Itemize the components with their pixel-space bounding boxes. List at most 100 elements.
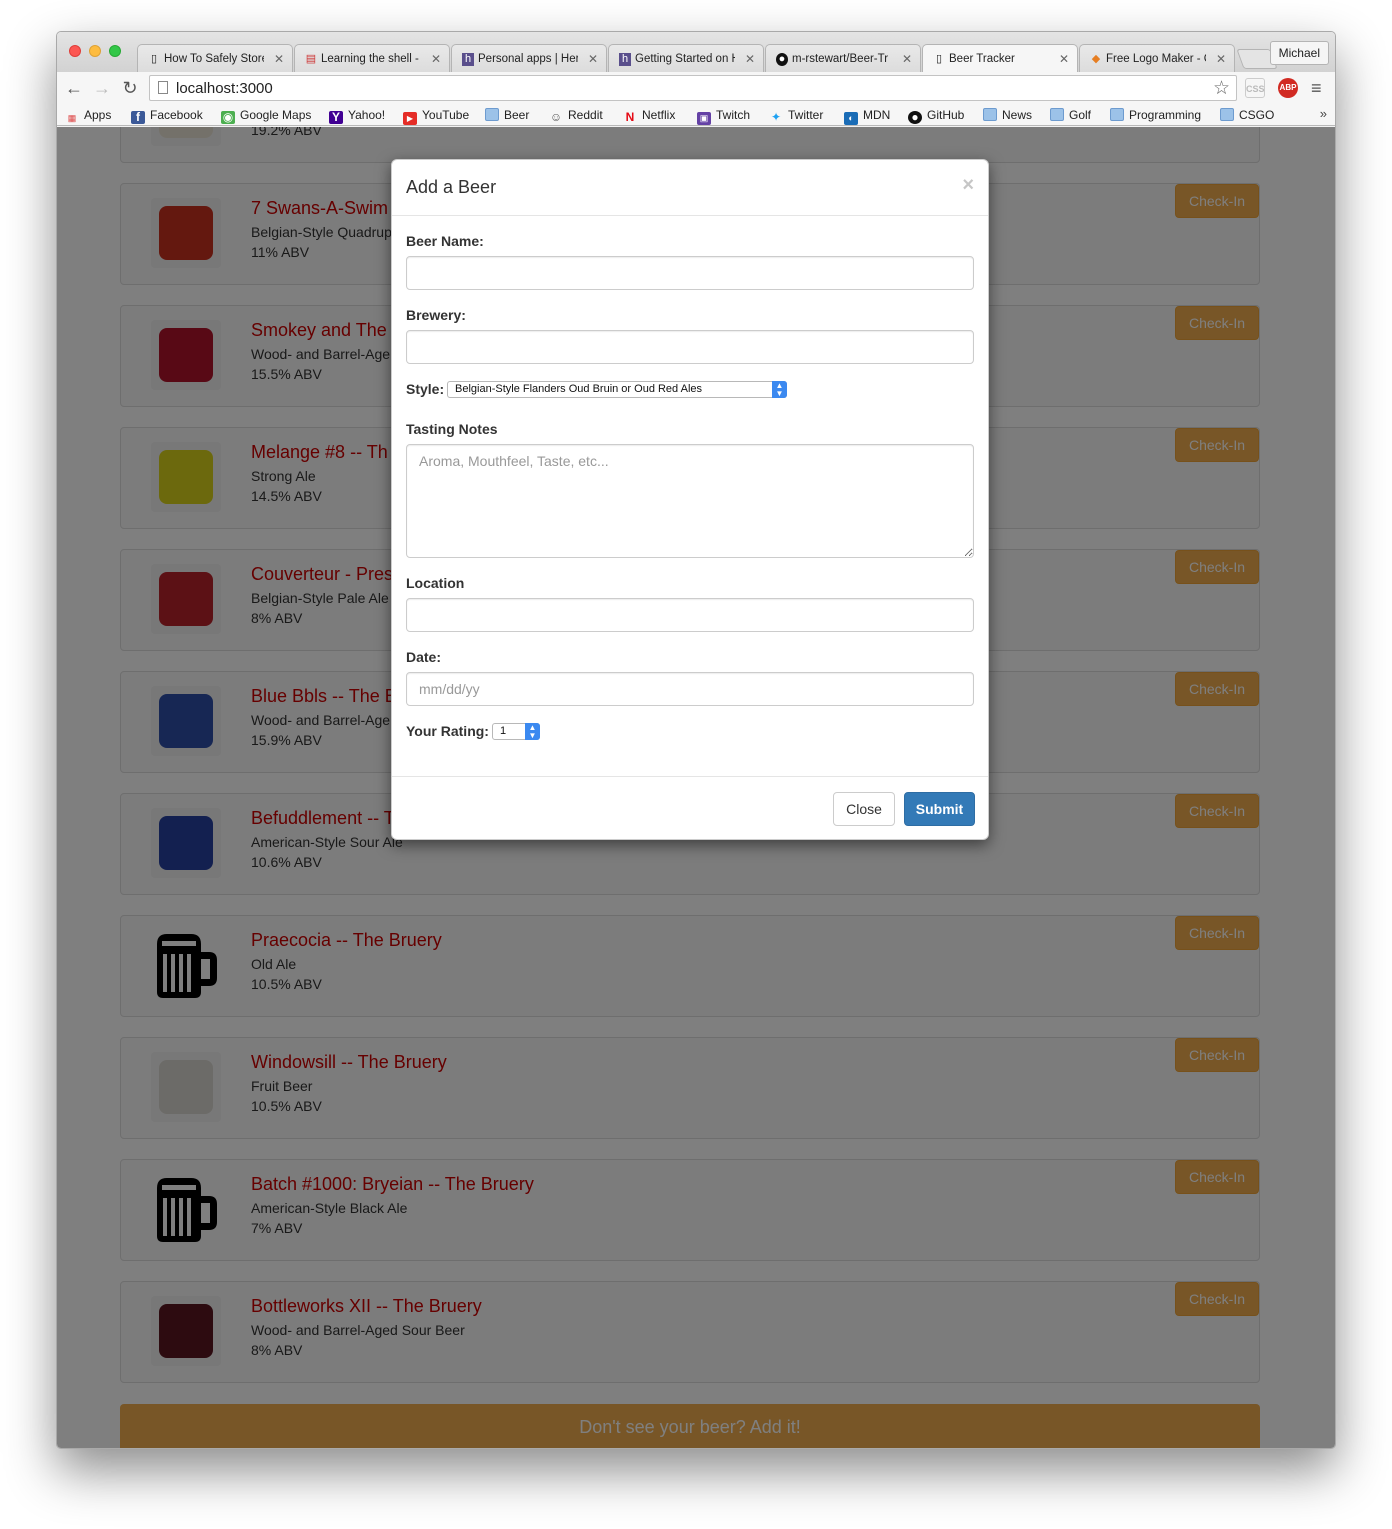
tab-label: Getting Started on H — [635, 53, 735, 65]
bookmark-label: YouTube — [422, 108, 470, 122]
tab-label: Beer Tracker — [949, 53, 1015, 65]
bookmark-facebook[interactable]: f Facebook — [131, 107, 203, 124]
rating-label: Your Rating: — [406, 723, 489, 739]
bookmark-label: GitHub — [927, 108, 965, 122]
tab-getting-started[interactable]: h Getting Started on H ✕ — [608, 44, 764, 72]
tab-close-icon[interactable]: ✕ — [274, 52, 284, 66]
tab-personal-apps[interactable]: h Personal apps | Her ✕ — [451, 44, 607, 72]
select-arrows-icon: ▲ ▼ — [772, 381, 787, 398]
bookmark-label: CSGO — [1239, 108, 1275, 122]
bookmark-github[interactable]: ● GitHub — [908, 107, 965, 124]
bookmark-twitch[interactable]: ▣ Twitch — [697, 107, 750, 125]
folder-icon — [485, 108, 499, 121]
yahoo-icon: Y — [329, 111, 343, 124]
bookmark-csgo-folder[interactable]: CSGO — [1220, 107, 1274, 123]
bookmark-news-folder[interactable]: News — [983, 107, 1032, 123]
profile-button[interactable]: Michael — [1269, 41, 1329, 65]
bookmark-beer-folder[interactable]: Beer — [485, 107, 529, 123]
select-arrows-icon: ▲ ▼ — [525, 723, 540, 740]
style-select[interactable]: Belgian-Style Flanders Oud Bruin or Oud … — [447, 381, 787, 398]
netflix-icon: N — [625, 110, 635, 124]
brewery-label: Brewery: — [406, 307, 466, 323]
forward-arrow-icon[interactable]: → — [91, 77, 113, 99]
tab-close-icon[interactable]: ✕ — [431, 52, 441, 66]
bookmark-reddit[interactable]: ☺ Reddit — [549, 107, 603, 124]
bookmark-twitter[interactable]: ✦ Twitter — [769, 107, 823, 124]
tab-learning-the-shell[interactable]: ▤ Learning the shell - ✕ — [294, 44, 450, 72]
bookmark-golf-folder[interactable]: Golf — [1050, 107, 1091, 123]
reload-icon[interactable]: ↻ — [119, 77, 141, 99]
close-button[interactable]: Close — [833, 792, 895, 826]
tab-close-icon[interactable]: ✕ — [1059, 52, 1069, 66]
date-label: Date: — [406, 649, 442, 665]
github-icon: ● — [908, 111, 922, 124]
tab-close-icon[interactable]: ✕ — [902, 52, 912, 66]
twitch-icon: ▣ — [697, 112, 711, 125]
tasting-notes-textarea[interactable] — [406, 444, 974, 558]
bookmark-netflix[interactable]: N Netflix — [623, 107, 676, 124]
rating-select[interactable]: 1 ▲ ▼ — [492, 723, 540, 740]
tab-close-icon[interactable]: ✕ — [745, 52, 755, 66]
logo-icon: ◆ — [1091, 53, 1101, 65]
hamburger-menu-icon[interactable]: ≡ — [1311, 78, 1322, 98]
modal-header: Add a Beer × — [392, 160, 988, 216]
bookmark-label: Google Maps — [240, 108, 312, 122]
style-label: Style: — [406, 381, 445, 397]
window-minimize-button[interactable] — [89, 45, 101, 57]
tab-beer-tracker[interactable]: ▯ Beer Tracker ✕ — [922, 44, 1078, 72]
maps-icon: ◉ — [221, 110, 235, 124]
mdn-icon: ◐ — [844, 112, 858, 125]
url-text: localhost:3000 — [176, 80, 273, 97]
browser-toolbar: ← → ↻ localhost:3000 ☆ CSS ABP ≡ — [57, 72, 1335, 104]
bookmark-label: Netflix — [642, 108, 676, 122]
back-arrow-icon[interactable]: ← — [63, 77, 85, 99]
address-bar[interactable]: localhost:3000 ☆ — [149, 75, 1237, 101]
tab-label: Personal apps | Her — [478, 53, 578, 65]
apps-grid-icon: ▦ — [67, 113, 77, 123]
close-icon[interactable]: × — [962, 174, 974, 197]
tab-how-to-safely-store[interactable]: ▯ How To Safely Store ✕ — [137, 44, 293, 72]
page-icon: ▯ — [150, 53, 158, 65]
tasting-notes-label: Tasting Notes — [406, 421, 498, 437]
facebook-icon: f — [131, 111, 145, 124]
bookmark-youtube[interactable]: ▶ YouTube — [403, 107, 470, 125]
tab-close-icon[interactable]: ✕ — [1216, 52, 1226, 66]
browser-window: ▯ How To Safely Store ✕ ▤ Learning the s… — [56, 31, 1336, 1449]
tab-free-logo-maker[interactable]: ◆ Free Logo Maker - C ✕ — [1079, 44, 1235, 72]
bookmark-label: Reddit — [568, 108, 603, 122]
tab-label: Learning the shell - — [321, 53, 419, 65]
window-zoom-button[interactable] — [109, 45, 121, 57]
page-icon — [158, 81, 168, 94]
bookmark-apps[interactable]: ▦ Apps — [65, 107, 112, 123]
bookmark-yahoo[interactable]: Y Yahoo! — [329, 107, 385, 124]
tab-strip: ▯ How To Safely Store ✕ ▤ Learning the s… — [57, 32, 1335, 72]
page-content: 19.2% ABVCheck-In7 Swans-A-SwimBelgian-S… — [57, 127, 1335, 1448]
submit-button[interactable]: Submit — [904, 792, 975, 826]
twitter-icon: ✦ — [770, 110, 782, 124]
folder-icon — [983, 108, 997, 121]
modal-footer: Close Submit — [392, 776, 988, 841]
bookmarks-bar: ▦ Apps f Facebook ◉ Google Maps Y Yahoo! ▶ Yo… — [57, 104, 1335, 126]
bookmark-star-icon[interactable]: ☆ — [1213, 77, 1230, 100]
folder-icon — [1220, 108, 1234, 121]
window-close-button[interactable] — [69, 45, 81, 57]
brewery-input[interactable] — [406, 330, 974, 364]
beer-name-input[interactable] — [406, 256, 974, 290]
bookmark-google-maps[interactable]: ◉ Google Maps — [221, 107, 312, 124]
location-input[interactable] — [406, 598, 974, 632]
bookmark-programming-folder[interactable]: Programming — [1110, 107, 1201, 123]
tab-close-icon[interactable]: ✕ — [588, 52, 598, 66]
bookmarks-overflow-icon[interactable]: » — [1320, 106, 1327, 121]
date-input[interactable] — [406, 672, 974, 706]
tab-github-repo[interactable]: ● m-rstewart/Beer-Tr ✕ — [765, 44, 921, 72]
add-beer-modal: Add a Beer × Beer Name: Brewery: Style: … — [391, 159, 989, 840]
modal-title: Add a Beer — [406, 177, 497, 197]
folder-icon — [1050, 108, 1064, 121]
location-label: Location — [406, 575, 465, 591]
adblock-plus-icon[interactable]: ABP — [1278, 78, 1298, 98]
heroku-icon: h — [619, 53, 631, 66]
heroku-icon: h — [462, 53, 474, 66]
css-extension-icon[interactable]: CSS — [1245, 78, 1265, 98]
bookmark-label: Beer — [504, 108, 530, 122]
bookmark-mdn[interactable]: ◐ MDN — [844, 107, 890, 125]
